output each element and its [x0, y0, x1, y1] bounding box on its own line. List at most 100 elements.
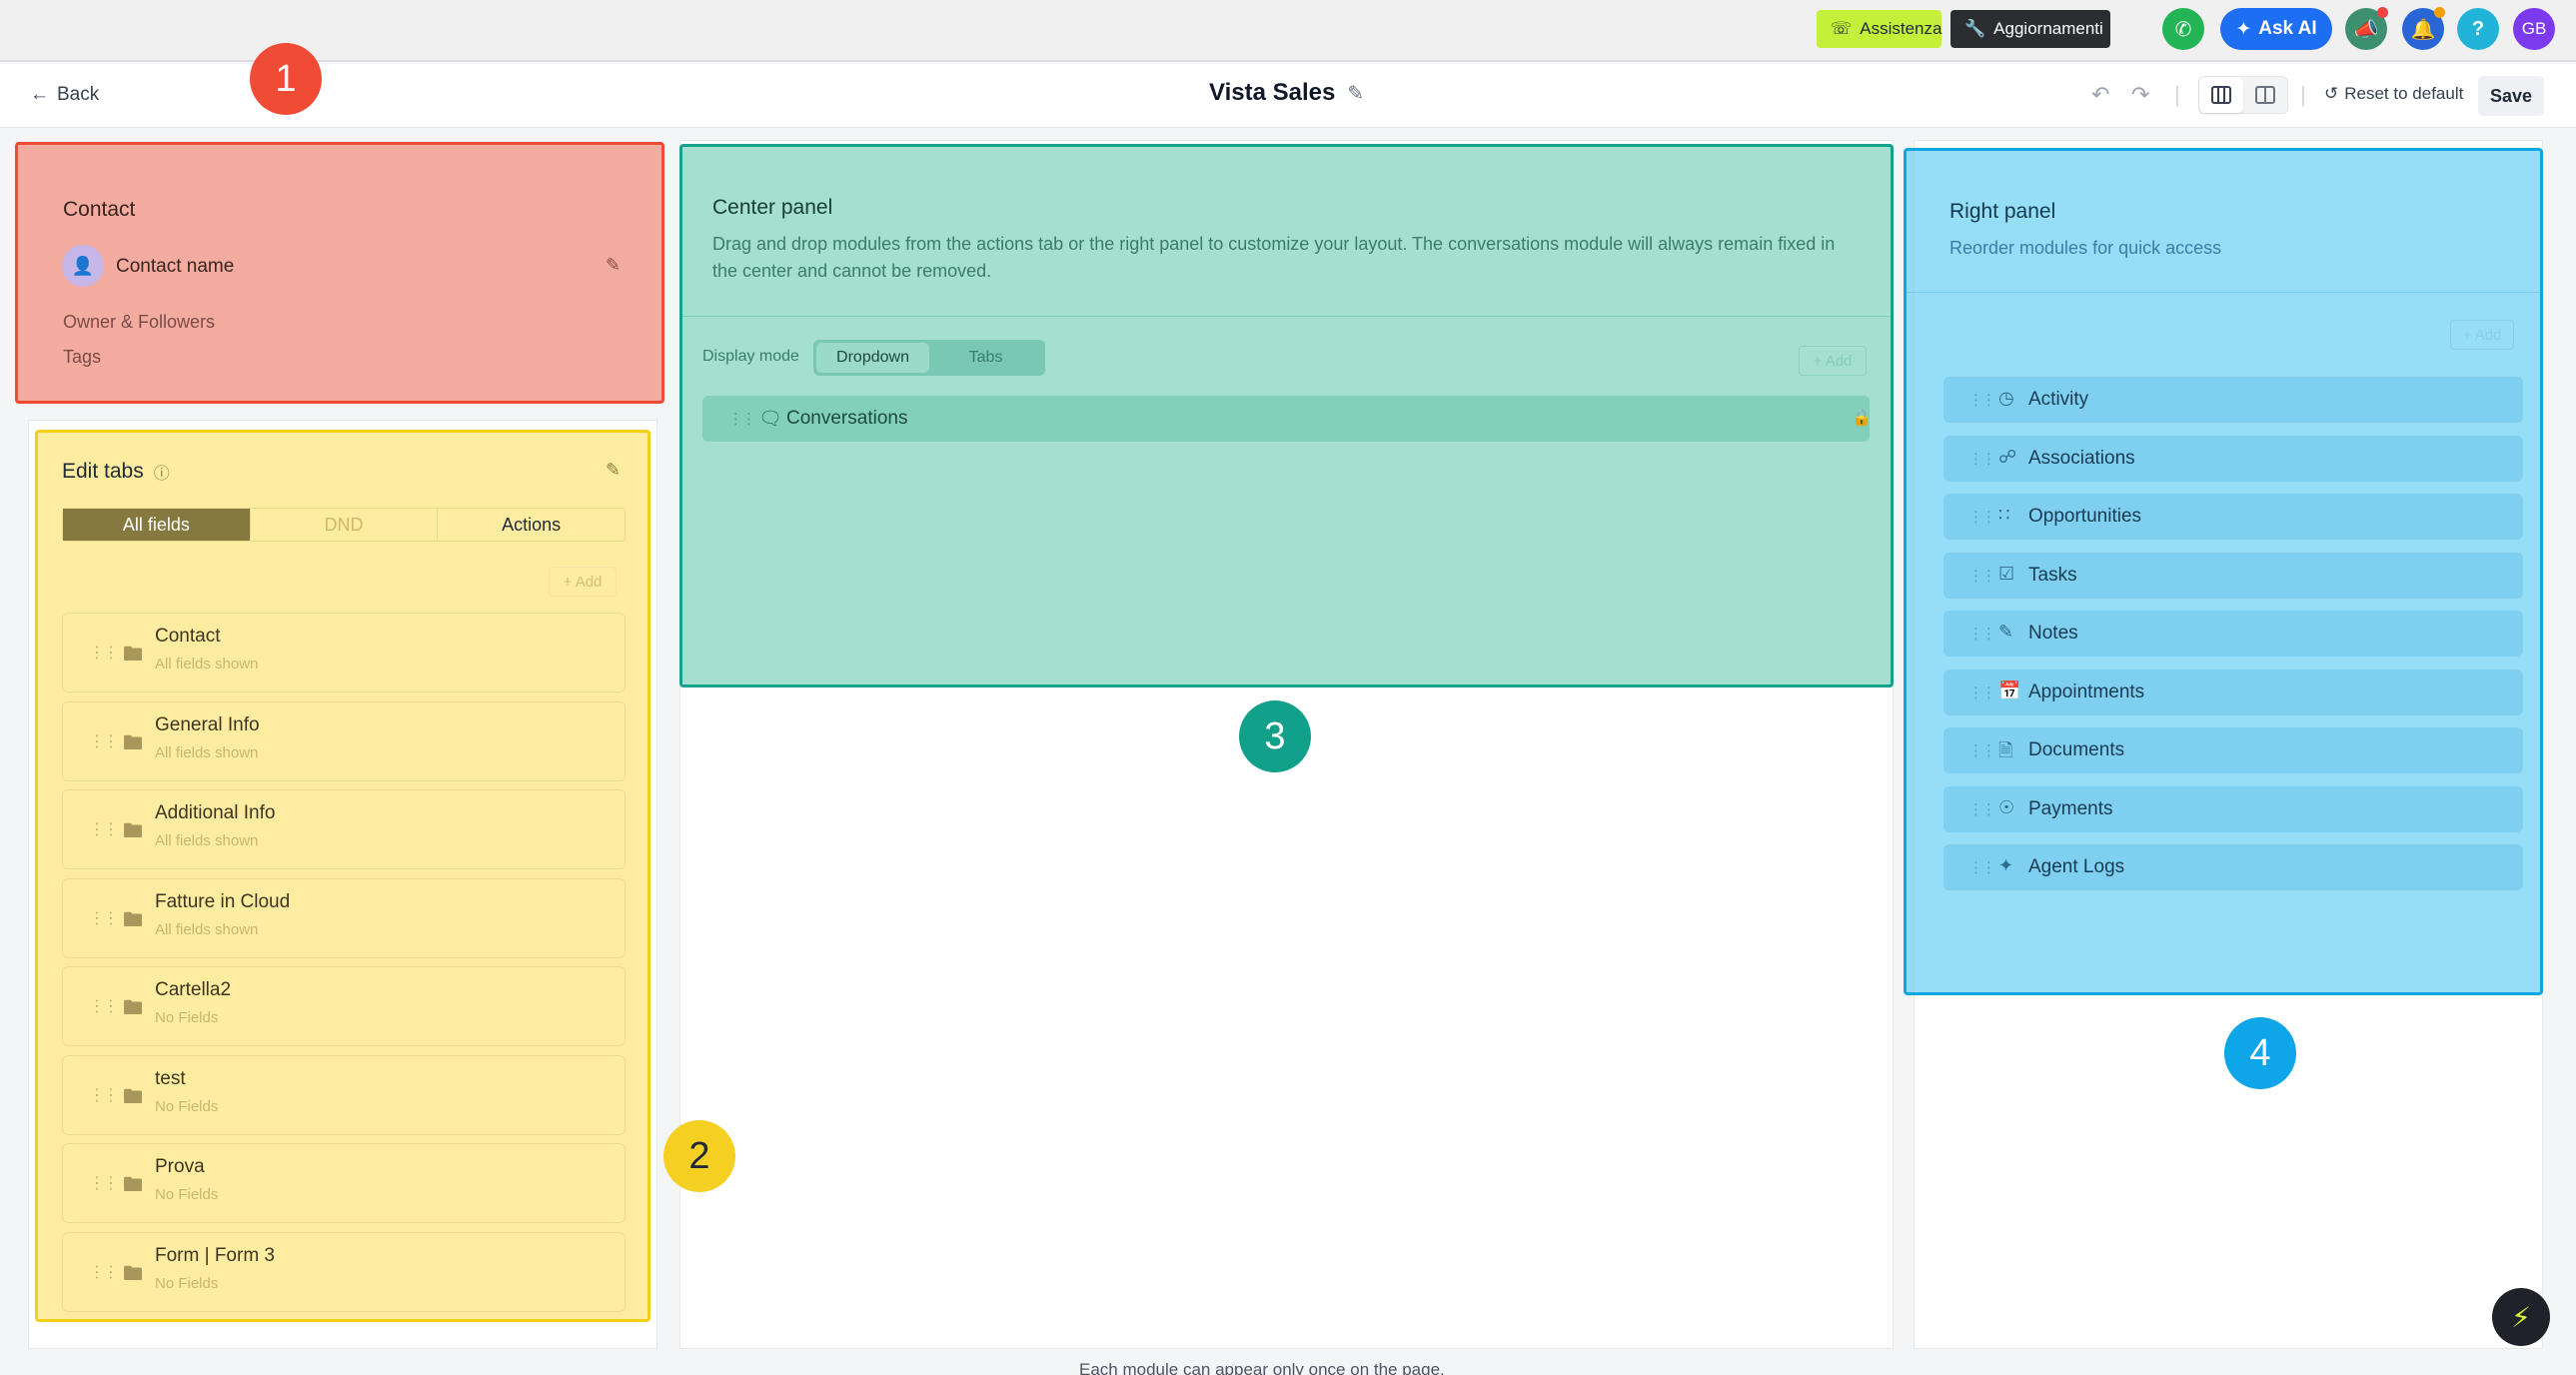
- drag-handle-icon[interactable]: ⋮⋮: [1968, 741, 1996, 759]
- grid-icon: ∷: [1998, 505, 2010, 525]
- drag-handle-icon[interactable]: ⋮⋮: [89, 1085, 119, 1105]
- tab-item-name: Additional Info: [155, 802, 276, 823]
- tab-item[interactable]: ⋮⋮ 🖿 test No Fields: [62, 1054, 626, 1135]
- folder-icon: 🖿: [123, 1262, 143, 1285]
- tab-item[interactable]: ⋮⋮ 🖿 General Info All fields shown: [62, 700, 626, 781]
- module-name: Agent Logs: [2028, 856, 2125, 877]
- module-item-agent-logs[interactable]: ⋮⋮ ✦ Agent Logs: [1943, 844, 2523, 890]
- edit-contact-icon[interactable]: ✎: [606, 255, 621, 276]
- drag-handle-icon[interactable]: ⋮⋮: [89, 908, 119, 928]
- two-column-view-button[interactable]: [2243, 77, 2287, 113]
- module-item-activity[interactable]: ⋮⋮ ◷ Activity: [1943, 377, 2523, 423]
- whatsapp-icon: ☏: [1831, 19, 1853, 38]
- three-column-view-button[interactable]: [2199, 77, 2243, 113]
- drag-handle-icon[interactable]: ⋮⋮: [1968, 508, 1996, 526]
- tab-item[interactable]: ⋮⋮ 🖿 Prova No Fields: [62, 1143, 626, 1223]
- info-icon[interactable]: ⓘ: [154, 460, 170, 484]
- tab-item-sub: No Fields: [155, 1097, 219, 1115]
- reset-to-default-button[interactable]: ↺ Reset to default: [2324, 84, 2463, 104]
- announcements-button[interactable]: 📣: [2345, 7, 2388, 50]
- drag-handle-icon[interactable]: ⋮⋮: [1968, 684, 1996, 701]
- save-button[interactable]: Save: [2478, 76, 2544, 116]
- edit-tabs-panel: Edit tabs ⓘ ✎ All fields DND Actions + A…: [35, 430, 650, 1322]
- tab-item[interactable]: ⋮⋮ 🖿 Cartella2 No Fields: [62, 966, 626, 1046]
- divider: [1907, 292, 2540, 293]
- help-icon: ?: [2471, 17, 2485, 40]
- drag-handle-icon[interactable]: ⋮⋮: [1968, 391, 1996, 409]
- module-item-documents[interactable]: ⋮⋮ 🗎 Documents: [1943, 727, 2523, 773]
- edit-tabs-title-text: Edit tabs: [62, 460, 144, 483]
- tab-item[interactable]: ⋮⋮ 🖿 Fatture in Cloud All fields shown: [62, 877, 626, 958]
- module-name: Appointments: [2028, 681, 2145, 702]
- tags-label: Tags: [63, 347, 102, 367]
- help-button[interactable]: ?: [2457, 8, 2499, 50]
- assistenza-button[interactable]: ☏ Assistenza: [1817, 10, 1941, 48]
- tab-actions[interactable]: Actions: [438, 509, 625, 541]
- center-panel: Center panel Drag and drop modules from …: [679, 144, 1894, 688]
- drag-handle-icon[interactable]: ⋮⋮: [728, 410, 756, 428]
- sparkle-icon: ✦: [2235, 18, 2252, 40]
- module-item-opportunities[interactable]: ⋮⋮ ∷ Opportunities: [1943, 494, 2523, 540]
- drag-handle-icon[interactable]: ⋮⋮: [1968, 625, 1996, 643]
- drag-handle-icon[interactable]: ⋮⋮: [1968, 800, 1996, 818]
- drag-handle-icon[interactable]: ⋮⋮: [89, 996, 119, 1016]
- aggiornamenti-button[interactable]: 🔧 Aggiornamenti: [1950, 10, 2110, 48]
- drag-handle-icon[interactable]: ⋮⋮: [1968, 858, 1996, 876]
- module-item-tasks[interactable]: ⋮⋮ ☑ Tasks: [1943, 552, 2523, 599]
- module-item-appointments[interactable]: ⋮⋮ 📅 Appointments: [1943, 669, 2523, 715]
- user-avatar[interactable]: GB: [2513, 8, 2555, 50]
- drag-handle-icon[interactable]: ⋮⋮: [1968, 567, 1996, 585]
- back-button[interactable]: ← Back: [30, 84, 99, 106]
- tab-item[interactable]: ⋮⋮ 🖿 Additional Info All fields shown: [62, 789, 626, 869]
- edit-tabs-pencil-icon[interactable]: ✎: [606, 460, 621, 481]
- module-item-associations[interactable]: ⋮⋮ ☍ Associations: [1943, 435, 2523, 482]
- lock-icon: 🔒: [1852, 410, 1872, 427]
- avatar-initials: GB: [2521, 19, 2547, 38]
- aggiornamenti-label: Aggiornamenti: [1993, 19, 2103, 38]
- undo-icon[interactable]: ↶: [2091, 82, 2109, 108]
- edit-title-icon[interactable]: ✎: [1347, 81, 1364, 106]
- tab-item-sub: No Fields: [155, 1274, 219, 1292]
- module-name: Notes: [2028, 623, 2078, 644]
- pen-icon: ✎: [1998, 622, 2014, 642]
- ask-ai-button[interactable]: ✦ Ask AI: [2220, 8, 2332, 50]
- conversations-module[interactable]: ⋮⋮ 🗨 Conversations 🔒: [702, 396, 1872, 442]
- tab-item-sub: No Fields: [155, 1009, 219, 1026]
- tab-item[interactable]: ⋮⋮ 🖿 Contact All fields shown: [62, 613, 626, 692]
- module-item-notes[interactable]: ⋮⋮ ✎ Notes: [1943, 611, 2523, 657]
- tab-item[interactable]: ⋮⋮ 🖿 Form | Form 3 No Fields: [62, 1231, 626, 1312]
- drag-handle-icon[interactable]: ⋮⋮: [89, 643, 119, 663]
- drag-handle-icon[interactable]: ⋮⋮: [1968, 450, 1996, 468]
- tab-dnd[interactable]: DND: [251, 509, 439, 541]
- notifications-button[interactable]: 🔔: [2402, 7, 2445, 50]
- drag-handle-icon[interactable]: ⋮⋮: [89, 819, 119, 839]
- phone-button[interactable]: ✆: [2162, 8, 2204, 50]
- contact-panel: Contact 👤 Contact name ✎ Owner & Followe…: [15, 142, 664, 404]
- add-module-button[interactable]: + Add: [2450, 320, 2514, 350]
- drag-handle-icon[interactable]: ⋮⋮: [89, 1173, 119, 1193]
- center-panel-title: Center panel: [712, 196, 833, 219]
- assistant-fab[interactable]: ⚡: [2492, 1288, 2550, 1346]
- drag-handle-icon[interactable]: ⋮⋮: [89, 1262, 119, 1282]
- page-header: ← Back Vista Sales ✎ ↶ ↷ | | ↺ Reset to …: [0, 64, 2576, 128]
- divider: [682, 316, 1891, 317]
- module-list: ⋮⋮ ◷ Activity ⋮⋮ ☍ Associations ⋮⋮ ∷ Opp…: [1943, 377, 2523, 903]
- tab-item-name: Fatture in Cloud: [155, 890, 291, 912]
- add-tab-button[interactable]: + Add: [549, 567, 617, 597]
- folder-icon: 🖿: [123, 908, 143, 931]
- tab-all-fields[interactable]: All fields: [63, 509, 251, 541]
- assistenza-label: Assistenza: [1860, 19, 1942, 38]
- tab-item-sub: All fields shown: [155, 743, 259, 761]
- tab-item-name: Cartella2: [155, 979, 232, 1000]
- redo-icon[interactable]: ↷: [2131, 82, 2149, 108]
- tab-item-name: test: [155, 1067, 186, 1089]
- network-icon: ☍: [1998, 446, 2017, 467]
- module-item-payments[interactable]: ⋮⋮ ☉ Payments: [1943, 785, 2523, 832]
- mode-tabs[interactable]: Tabs: [929, 343, 1042, 373]
- drag-handle-icon[interactable]: ⋮⋮: [89, 731, 119, 751]
- mode-dropdown[interactable]: Dropdown: [816, 343, 929, 373]
- add-module-button[interactable]: + Add: [1799, 346, 1867, 376]
- badge-3: 3: [1239, 700, 1311, 772]
- module-name: Tasks: [2028, 564, 2077, 586]
- badge-2: 2: [663, 1120, 735, 1192]
